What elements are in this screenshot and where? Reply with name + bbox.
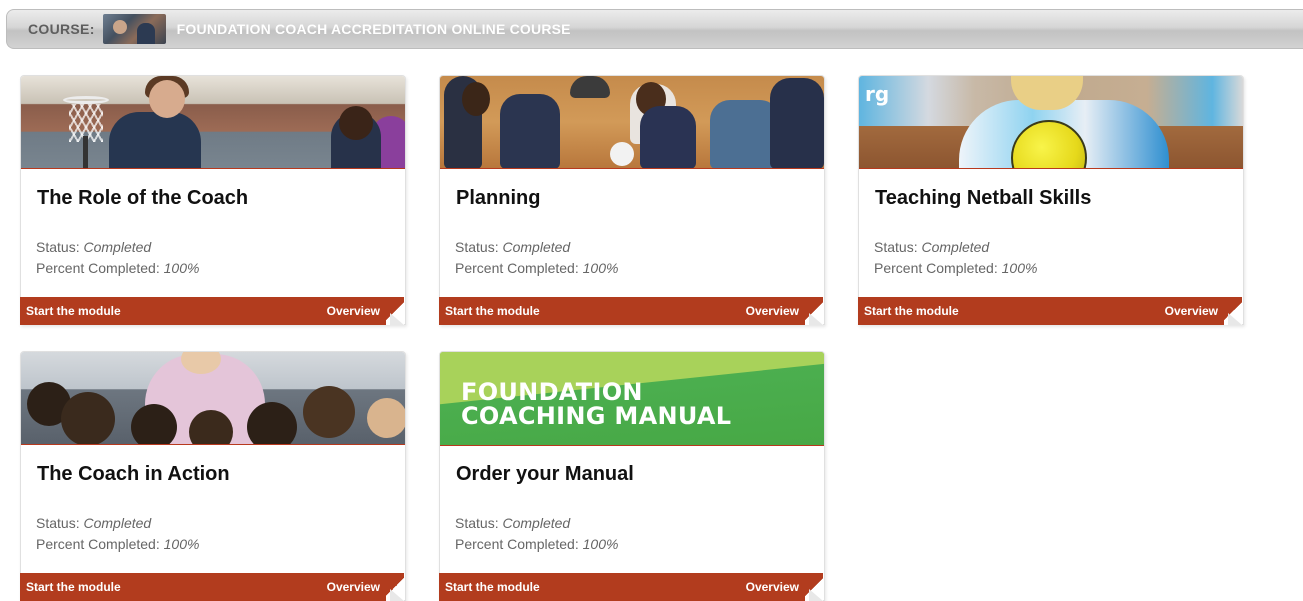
start-module-link[interactable]: Start the module: [864, 304, 959, 318]
module-card-role-of-coach: The Role of the Coach Status: Completed …: [20, 75, 406, 325]
start-module-link[interactable]: Start the module: [26, 580, 121, 594]
page-curl-icon: [805, 297, 823, 325]
module-status: Status: Completed: [455, 515, 571, 531]
module-percent: Percent Completed: 100%: [455, 260, 619, 276]
module-status: Status: Completed: [455, 239, 571, 255]
module-image: rg: [859, 76, 1243, 169]
module-status: Status: Completed: [874, 239, 990, 255]
module-percent: Percent Completed: 100%: [36, 260, 200, 276]
module-card-planning: Planning Status: Completed Percent Compl…: [439, 75, 825, 325]
module-card-teaching-skills: rg Teaching Netball Skills Status: Compl…: [858, 75, 1244, 325]
module-status: Status: Completed: [36, 515, 152, 531]
course-header-bar: COURSE: FOUNDATION COACH ACCREDITATION O…: [6, 9, 1303, 49]
overview-link[interactable]: Overview: [746, 573, 823, 601]
module-footer: Start the module Overview: [20, 297, 404, 325]
manual-cover-text: FOUNDATION COACHING MANUAL: [461, 378, 732, 430]
start-module-link[interactable]: Start the module: [445, 580, 540, 594]
netball-logo: rg: [865, 82, 890, 106]
course-thumbnail: [102, 14, 166, 44]
module-image: [440, 76, 824, 169]
module-image: [21, 76, 405, 169]
start-module-link[interactable]: Start the module: [26, 304, 121, 318]
module-title: Order your Manual: [456, 463, 634, 485]
page-curl-icon: [386, 297, 404, 325]
module-card-order-manual: FOUNDATION COACHING MANUAL Order your Ma…: [439, 351, 825, 601]
module-footer: Start the module Overview: [20, 573, 404, 601]
module-card-coach-in-action: The Coach in Action Status: Completed Pe…: [20, 351, 406, 601]
page-curl-icon: [805, 573, 823, 601]
course-title: FOUNDATION COACH ACCREDITATION ONLINE CO…: [176, 21, 571, 37]
overview-link[interactable]: Overview: [746, 297, 823, 325]
page-curl-icon: [386, 573, 404, 601]
start-module-link[interactable]: Start the module: [445, 304, 540, 318]
page-curl-icon: [1224, 297, 1242, 325]
overview-link[interactable]: Overview: [327, 573, 404, 601]
module-title: The Coach in Action: [37, 463, 230, 485]
module-image: [21, 352, 405, 445]
module-footer: Start the module Overview: [858, 297, 1242, 325]
overview-link[interactable]: Overview: [1165, 297, 1242, 325]
module-title: Planning: [456, 187, 541, 209]
module-image: FOUNDATION COACHING MANUAL: [440, 352, 824, 446]
overview-link[interactable]: Overview: [327, 297, 404, 325]
module-title: Teaching Netball Skills: [875, 187, 1092, 209]
module-title: The Role of the Coach: [37, 187, 249, 209]
module-percent: Percent Completed: 100%: [36, 536, 200, 552]
module-footer: Start the module Overview: [439, 573, 823, 601]
module-percent: Percent Completed: 100%: [874, 260, 1038, 276]
course-label: COURSE:: [28, 21, 95, 37]
module-percent: Percent Completed: 100%: [455, 536, 619, 552]
module-footer: Start the module Overview: [439, 297, 823, 325]
module-status: Status: Completed: [36, 239, 152, 255]
